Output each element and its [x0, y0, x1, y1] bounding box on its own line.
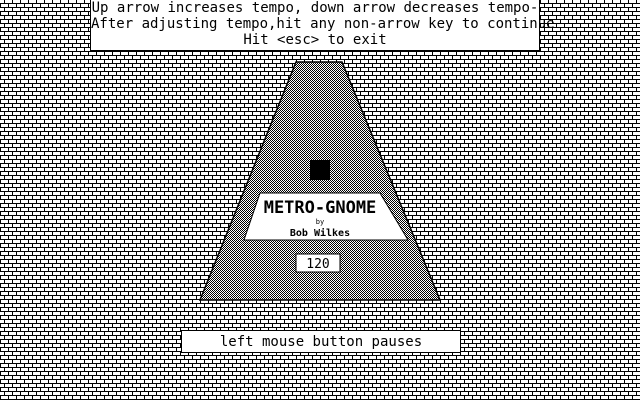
metronome-graphic: METRO-GNOME by Bob Wilkes 120	[198, 61, 442, 301]
metronome-pendulum-weight	[310, 160, 330, 180]
game-title: METRO-GNOME	[264, 198, 377, 218]
tempo-value: 120	[306, 257, 329, 272]
author-name: Bob Wilkes	[290, 227, 350, 239]
byline: by	[316, 218, 324, 226]
game-screen[interactable]: Up arrow increases tempo, down arrow dec…	[0, 0, 640, 400]
